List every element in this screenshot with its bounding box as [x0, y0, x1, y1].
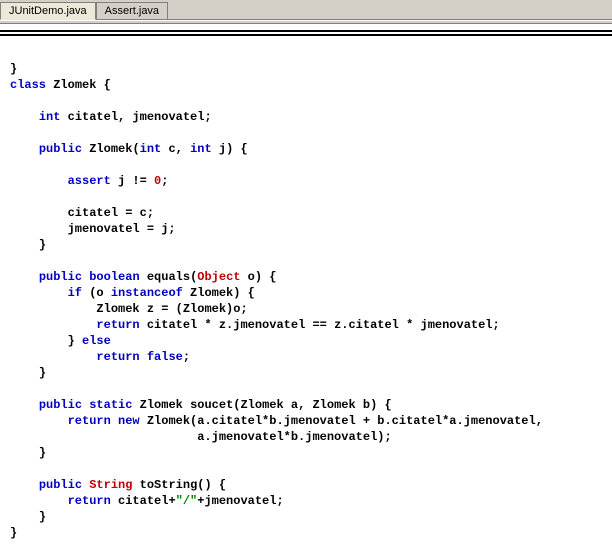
code-text: } — [39, 238, 46, 252]
keyword-boolean: boolean — [89, 270, 139, 284]
code-text: j != — [111, 174, 154, 188]
keyword-return: return — [96, 350, 139, 364]
keyword-class: class — [10, 78, 46, 92]
code-text: Zlomek soucet(Zlomek a, Zlomek b) { — [132, 398, 391, 412]
class-object: Object — [197, 270, 240, 284]
tab-bar: JUnitDemo.java Assert.java — [0, 0, 612, 20]
code-text: Zlomek(a.citatel*b.jmenovatel + b.citate… — [140, 414, 543, 428]
code-text: citatel = c; — [68, 206, 154, 220]
code-text: jmenovatel = j; — [68, 222, 176, 236]
keyword-if: if — [68, 286, 82, 300]
code-text: (o — [82, 286, 111, 300]
code-editor[interactable]: } class Zlomek { int citatel, jmenovatel… — [0, 39, 612, 547]
double-rule — [0, 30, 612, 36]
keyword-int: int — [190, 142, 212, 156]
code-text: Zlomek) { — [183, 286, 255, 300]
code-text: citatel+ — [111, 494, 176, 508]
keyword-return: return — [68, 414, 111, 428]
keyword-int: int — [140, 142, 162, 156]
keyword-int: int — [39, 110, 61, 124]
code-text: ; — [161, 174, 168, 188]
code-text: c, — [161, 142, 190, 156]
keyword-assert: assert — [68, 174, 111, 188]
code-text: } — [39, 446, 46, 460]
class-string: String — [89, 478, 132, 492]
code-text: toString() { — [132, 478, 226, 492]
code-text: +jmenovatel; — [197, 494, 283, 508]
code-text: equals( — [140, 270, 198, 284]
code-text: o) { — [240, 270, 276, 284]
toolbar-separator — [0, 20, 612, 24]
code-text: j) { — [212, 142, 248, 156]
keyword-public: public — [39, 398, 82, 412]
keyword-static: static — [89, 398, 132, 412]
code-text: Zlomek z = (Zlomek)o; — [96, 302, 247, 316]
keyword-false: false — [147, 350, 183, 364]
keyword-return: return — [96, 318, 139, 332]
keyword-instanceof: instanceof — [111, 286, 183, 300]
code-line: } — [10, 62, 17, 76]
keyword-public: public — [39, 142, 82, 156]
code-text: Zlomek( — [82, 142, 140, 156]
code-text: Zlomek { — [46, 78, 111, 92]
keyword-else: else — [82, 334, 111, 348]
tab-assert[interactable]: Assert.java — [96, 2, 168, 19]
code-text: citatel, jmenovatel; — [60, 110, 211, 124]
code-text: } — [39, 510, 46, 524]
code-text: a.jmenovatel*b.jmenovatel); — [197, 430, 391, 444]
code-text: } — [10, 526, 17, 540]
keyword-public: public — [39, 478, 82, 492]
string-literal: "/" — [176, 494, 198, 508]
tab-junitdemo[interactable]: JUnitDemo.java — [0, 2, 96, 20]
keyword-new: new — [118, 414, 140, 428]
code-text: ; — [183, 350, 190, 364]
code-text: citatel * z.jmenovatel == z.citatel * jm… — [140, 318, 500, 332]
keyword-return: return — [68, 494, 111, 508]
code-text: } — [39, 366, 46, 380]
keyword-public: public — [39, 270, 82, 284]
code-text: } — [68, 334, 82, 348]
